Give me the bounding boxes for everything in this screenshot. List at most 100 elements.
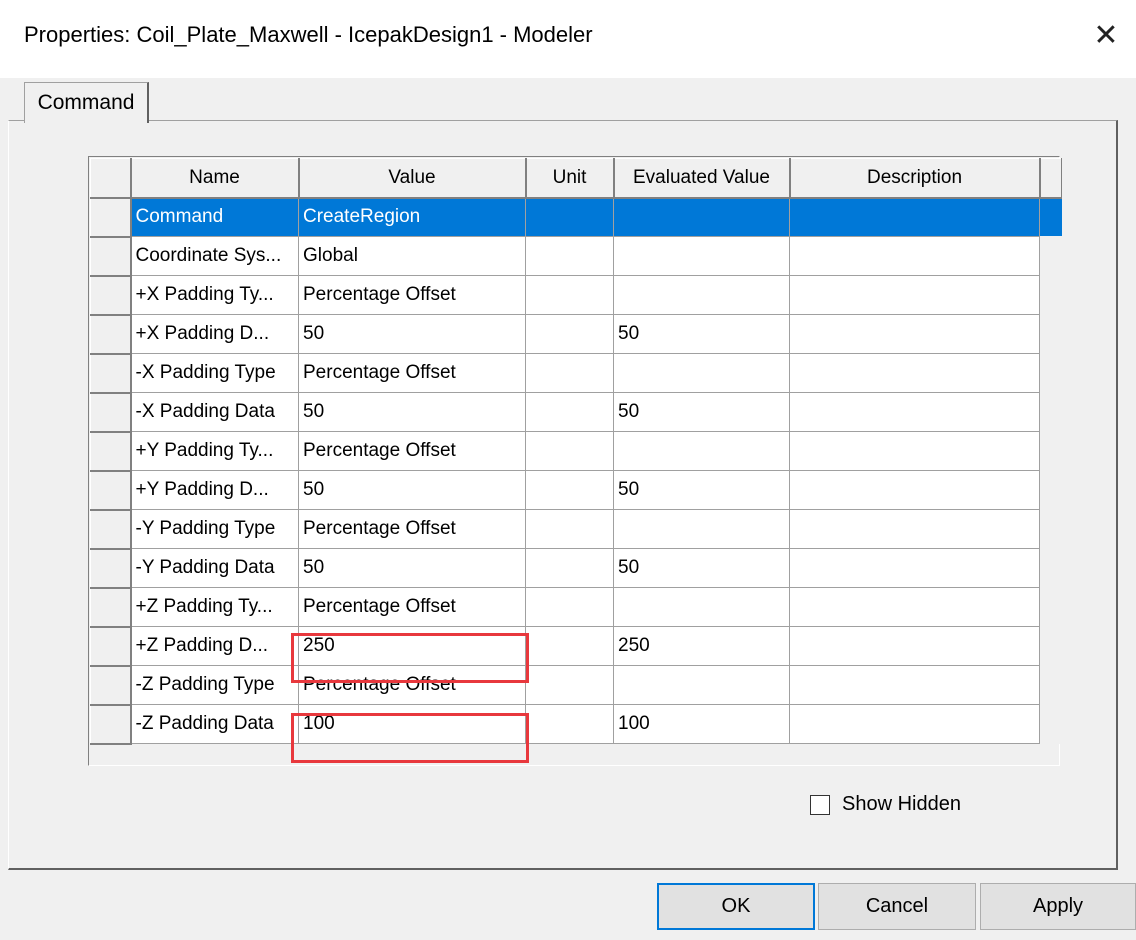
column-header-evaluated-value[interactable]: Evaluated Value [613,158,791,199]
property-unit-cell[interactable] [525,314,614,354]
property-value-cell[interactable]: Percentage Offset [298,665,526,705]
row-header[interactable] [90,275,132,316]
property-row[interactable]: Command CreateRegion [90,197,1062,238]
property-row[interactable]: -Z Padding Data 100 100 [90,704,1062,745]
row-header[interactable] [90,197,132,238]
property-name-cell[interactable]: +Y Padding Ty... [130,431,299,471]
property-value-cell[interactable]: Percentage Offset [298,431,526,471]
property-value-cell[interactable]: 50 [298,392,526,432]
column-header-name[interactable]: Name [130,158,300,199]
property-unit-cell[interactable] [525,548,614,588]
property-evaluated-cell[interactable] [613,353,790,393]
property-row[interactable]: +Y Padding Ty... Percentage Offset [90,431,1062,472]
property-unit-cell[interactable] [525,275,614,315]
property-evaluated-cell[interactable]: 250 [613,626,790,666]
property-evaluated-cell[interactable]: 50 [613,470,790,510]
property-value-cell[interactable]: 100 [298,704,526,744]
property-evaluated-cell[interactable] [613,236,790,276]
property-evaluated-cell[interactable] [613,665,790,705]
property-description-cell[interactable] [789,626,1040,666]
property-row[interactable]: +X Padding Ty... Percentage Offset [90,275,1062,316]
property-unit-cell[interactable] [525,509,614,549]
property-evaluated-cell[interactable]: 100 [613,704,790,744]
property-description-cell[interactable] [789,470,1040,510]
property-row[interactable]: -Y Padding Type Percentage Offset [90,509,1062,550]
property-name-cell[interactable]: -Y Padding Type [130,509,299,549]
column-header-value[interactable]: Value [298,158,527,199]
property-row[interactable]: +Z Padding Ty... Percentage Offset [90,587,1062,628]
property-description-cell[interactable] [789,197,1040,237]
property-description-cell[interactable] [789,665,1040,705]
property-evaluated-cell[interactable] [613,587,790,627]
column-header-unit[interactable]: Unit [525,158,615,199]
row-header[interactable] [90,587,132,628]
property-row[interactable]: -X Padding Type Percentage Offset [90,353,1062,394]
property-unit-cell[interactable] [525,665,614,705]
property-value-cell[interactable]: Percentage Offset [298,353,526,393]
row-header[interactable] [90,509,132,550]
row-header[interactable] [90,548,132,589]
apply-button[interactable]: Apply [980,883,1136,930]
property-unit-cell[interactable] [525,197,614,237]
property-value-cell[interactable]: 50 [298,314,526,354]
property-row[interactable]: -Y Padding Data 50 50 [90,548,1062,589]
property-name-cell[interactable]: Coordinate Sys... [130,236,299,276]
property-name-cell[interactable]: -X Padding Data [130,392,299,432]
property-evaluated-cell[interactable]: 50 [613,392,790,432]
property-evaluated-cell[interactable] [613,197,790,237]
property-unit-cell[interactable] [525,704,614,744]
row-header[interactable] [90,314,132,355]
property-value-cell[interactable]: 50 [298,548,526,588]
property-row[interactable]: -X Padding Data 50 50 [90,392,1062,433]
property-name-cell[interactable]: -X Padding Type [130,353,299,393]
property-name-cell[interactable]: +Z Padding D... [130,626,299,666]
property-value-cell[interactable]: 250 [298,626,526,666]
show-hidden-option[interactable]: Show Hidden [810,793,961,816]
property-unit-cell[interactable] [525,587,614,627]
property-row[interactable]: -Z Padding Type Percentage Offset [90,665,1062,706]
property-row[interactable]: +X Padding D... 50 50 [90,314,1062,355]
property-value-cell[interactable]: Percentage Offset [298,275,526,315]
show-hidden-checkbox[interactable] [810,794,830,815]
row-header[interactable] [90,665,132,706]
column-header-description[interactable]: Description [789,158,1041,199]
property-description-cell[interactable] [789,353,1040,393]
close-icon[interactable]: ✕ [1076,0,1136,70]
property-description-cell[interactable] [789,587,1040,627]
row-header[interactable] [90,704,132,745]
property-name-cell[interactable]: -Z Padding Type [130,665,299,705]
property-description-cell[interactable] [789,275,1040,315]
property-row[interactable]: +Y Padding D... 50 50 [90,470,1062,511]
row-header[interactable] [90,626,132,667]
property-name-cell[interactable]: Command [130,197,299,237]
property-description-cell[interactable] [789,314,1040,354]
row-header[interactable] [90,392,132,433]
row-header[interactable] [90,236,132,277]
property-unit-cell[interactable] [525,431,614,471]
property-description-cell[interactable] [789,704,1040,744]
property-evaluated-cell[interactable] [613,275,790,315]
tab-command[interactable]: Command [24,82,149,123]
property-description-cell[interactable] [789,548,1040,588]
property-value-cell[interactable]: Percentage Offset [298,509,526,549]
property-name-cell[interactable]: +Y Padding D... [130,470,299,510]
property-value-cell[interactable]: 50 [298,470,526,510]
row-header[interactable] [90,431,132,472]
property-value-cell[interactable]: Global [298,236,526,276]
property-unit-cell[interactable] [525,353,614,393]
property-description-cell[interactable] [789,392,1040,432]
row-header[interactable] [90,353,132,394]
cancel-button[interactable]: Cancel [818,883,976,930]
property-name-cell[interactable]: +X Padding Ty... [130,275,299,315]
property-unit-cell[interactable] [525,392,614,432]
property-name-cell[interactable]: +Z Padding Ty... [130,587,299,627]
property-unit-cell[interactable] [525,626,614,666]
property-name-cell[interactable]: +X Padding D... [130,314,299,354]
property-description-cell[interactable] [789,236,1040,276]
property-unit-cell[interactable] [525,236,614,276]
property-evaluated-cell[interactable]: 50 [613,314,790,354]
property-evaluated-cell[interactable] [613,509,790,549]
property-unit-cell[interactable] [525,470,614,510]
property-name-cell[interactable]: -Y Padding Data [130,548,299,588]
property-row[interactable]: +Z Padding D... 250 250 [90,626,1062,667]
